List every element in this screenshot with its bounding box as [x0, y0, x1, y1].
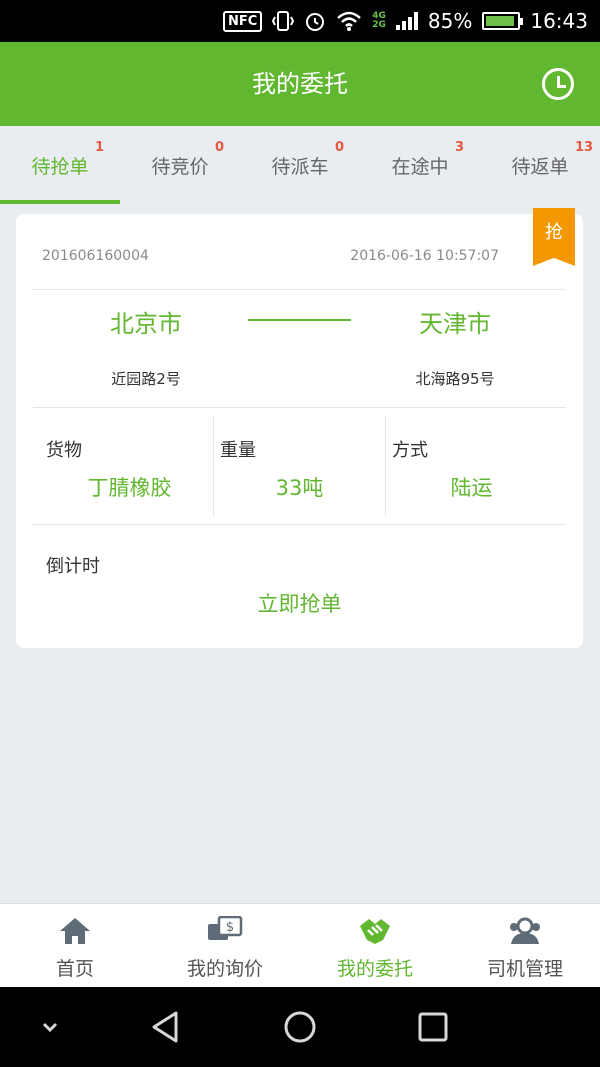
signal-icon — [395, 12, 418, 30]
mode-label: 方式 — [392, 440, 428, 461]
nav-driver-management[interactable]: 司机管理 — [450, 904, 600, 987]
mode-info: 方式 陆运 — [385, 416, 557, 516]
nfc-icon: NFC — [222, 10, 263, 32]
battery-percent: 85% — [427, 9, 473, 33]
tab-pending-bid[interactable]: 待竞价 0 — [120, 126, 240, 204]
divider — [33, 524, 566, 525]
vibrate-icon — [272, 11, 295, 31]
clock-icon[interactable] — [542, 68, 574, 100]
grab-badge: 抢 — [533, 208, 575, 266]
status-time: 16:43 — [530, 9, 588, 33]
handshake-icon — [360, 919, 390, 944]
order-card[interactable]: 抢 201606160004 2016-06-16 10:57:07 北京市 天… — [16, 208, 583, 648]
tab-pending-dispatch[interactable]: 待派车 0 — [240, 126, 360, 204]
recent-apps-icon[interactable] — [415, 1009, 451, 1045]
destination-city: 天津市 — [419, 310, 491, 338]
tab-label: 待派车 — [271, 156, 329, 178]
nav-label: 司机管理 — [486, 958, 563, 980]
nav-label: 首页 — [55, 958, 94, 980]
goods-label: 货物 — [46, 440, 82, 461]
goods-value: 丁腈橡胶 — [87, 476, 172, 500]
tab-label: 待返单 — [511, 156, 569, 178]
nav-price-inquiry[interactable]: $ 我的询价 — [150, 904, 300, 987]
app-header: 我的委托 — [0, 42, 600, 126]
wifi-icon — [337, 11, 362, 31]
system-navigation-bar — [0, 987, 600, 1067]
divider — [33, 407, 566, 408]
tab-label: 在途中 — [391, 156, 449, 178]
weight-label: 重量 — [220, 440, 256, 461]
svg-text:$: $ — [226, 920, 234, 935]
battery-icon — [482, 12, 524, 30]
origin-address: 近园路2号 — [111, 370, 181, 388]
tab-count-badge: 1 — [95, 140, 105, 155]
tab-count-badge: 0 — [215, 140, 225, 155]
network-type-indicator: 4G 2G — [372, 12, 386, 30]
nav-home[interactable]: 首页 — [0, 904, 150, 987]
destination-address: 北海路95号 — [415, 370, 495, 388]
goods-info: 货物 丁腈橡胶 — [16, 416, 213, 516]
tab-label: 待抢单 — [31, 156, 89, 178]
order-time: 2016-06-16 10:57:07 — [350, 248, 499, 264]
back-icon[interactable] — [148, 1009, 184, 1045]
drivers-icon — [510, 917, 540, 944]
home-icon — [60, 918, 90, 944]
nav-label: 我的委托 — [336, 958, 413, 980]
alarm-icon — [306, 13, 325, 31]
status-bar: NFC 4G 2G 85% 16:43 — [0, 0, 600, 42]
mode-value: 陆运 — [450, 476, 493, 500]
tab-in-transit[interactable]: 在途中 3 — [360, 126, 480, 204]
route-line — [248, 319, 351, 321]
order-status-tabs: 待抢单 1 待竞价 0 待派车 0 在途中 3 待返单 13 — [0, 126, 600, 204]
page-title: 我的委托 — [252, 70, 348, 98]
divider — [33, 289, 566, 290]
tab-label: 待竞价 — [151, 156, 209, 178]
tab-count-badge: 13 — [575, 140, 594, 155]
grab-now-button[interactable]: 立即抢单 — [16, 588, 583, 618]
tab-pending-return[interactable]: 待返单 13 — [480, 126, 600, 204]
tab-pending-grab[interactable]: 待抢单 1 — [0, 126, 120, 204]
nav-label: 我的询价 — [186, 958, 263, 980]
weight-value: 33吨 — [275, 476, 324, 500]
weight-info: 重量 33吨 — [213, 416, 385, 516]
countdown-label: 倒计时 — [46, 556, 100, 577]
tab-count-badge: 3 — [455, 140, 465, 155]
price-inquiry-icon: $ — [208, 916, 243, 940]
chevron-down-icon[interactable] — [32, 1009, 68, 1045]
nav-my-commission[interactable]: 我的委托 — [300, 904, 450, 987]
tab-count-badge: 0 — [335, 140, 345, 155]
network-2g-label: 2G — [372, 20, 386, 30]
bottom-navigation: 首页 $ 我的询价 我的委托 司机管理 — [0, 903, 600, 987]
home-circle-icon[interactable] — [282, 1009, 318, 1045]
origin-city: 北京市 — [110, 310, 182, 338]
order-number: 201606160004 — [42, 248, 149, 264]
